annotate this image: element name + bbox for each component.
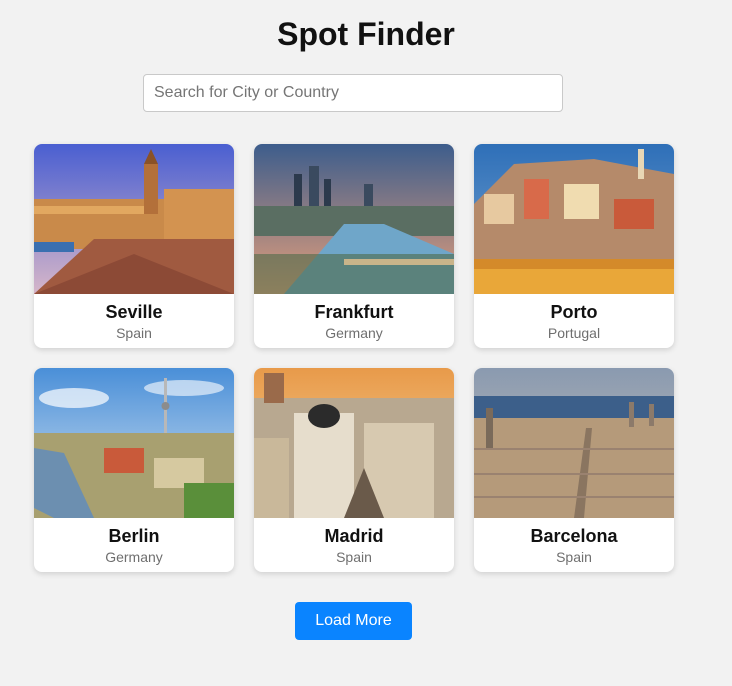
city-photo [34,144,234,294]
city-photo [474,368,674,518]
city-name: Berlin [108,526,160,546]
load-more-button[interactable]: Load More [295,602,412,640]
city-name: Porto [550,302,598,322]
city-name: Barcelona [530,526,618,546]
city-photo [254,368,454,518]
country-name: Spain [336,549,372,565]
city-card-berlin[interactable]: Berlin Germany [34,368,234,572]
city-name: Seville [105,302,163,322]
country-name: Germany [105,549,163,565]
city-card-madrid[interactable]: Madrid Spain [254,368,454,572]
city-card-porto[interactable]: Porto Portugal [474,144,674,348]
country-name: Portugal [547,325,601,341]
city-photo [474,144,674,294]
city-name: Madrid [324,526,384,546]
city-card-seville[interactable]: Seville Spain [34,144,234,348]
city-grid: Seville Spain Frankfurt Germany Porto Po… [34,144,674,572]
city-photo [34,368,234,518]
country-name: Spain [116,325,152,341]
city-name: Frankfurt [314,302,394,322]
country-name: Spain [556,549,592,565]
page-title: Spot Finder [277,16,455,52]
search-input[interactable] [143,74,563,112]
country-name: Germany [325,325,383,341]
city-card-barcelona[interactable]: Barcelona Spain [474,368,674,572]
city-card-frankfurt[interactable]: Frankfurt Germany [254,144,454,348]
city-photo [254,144,454,294]
